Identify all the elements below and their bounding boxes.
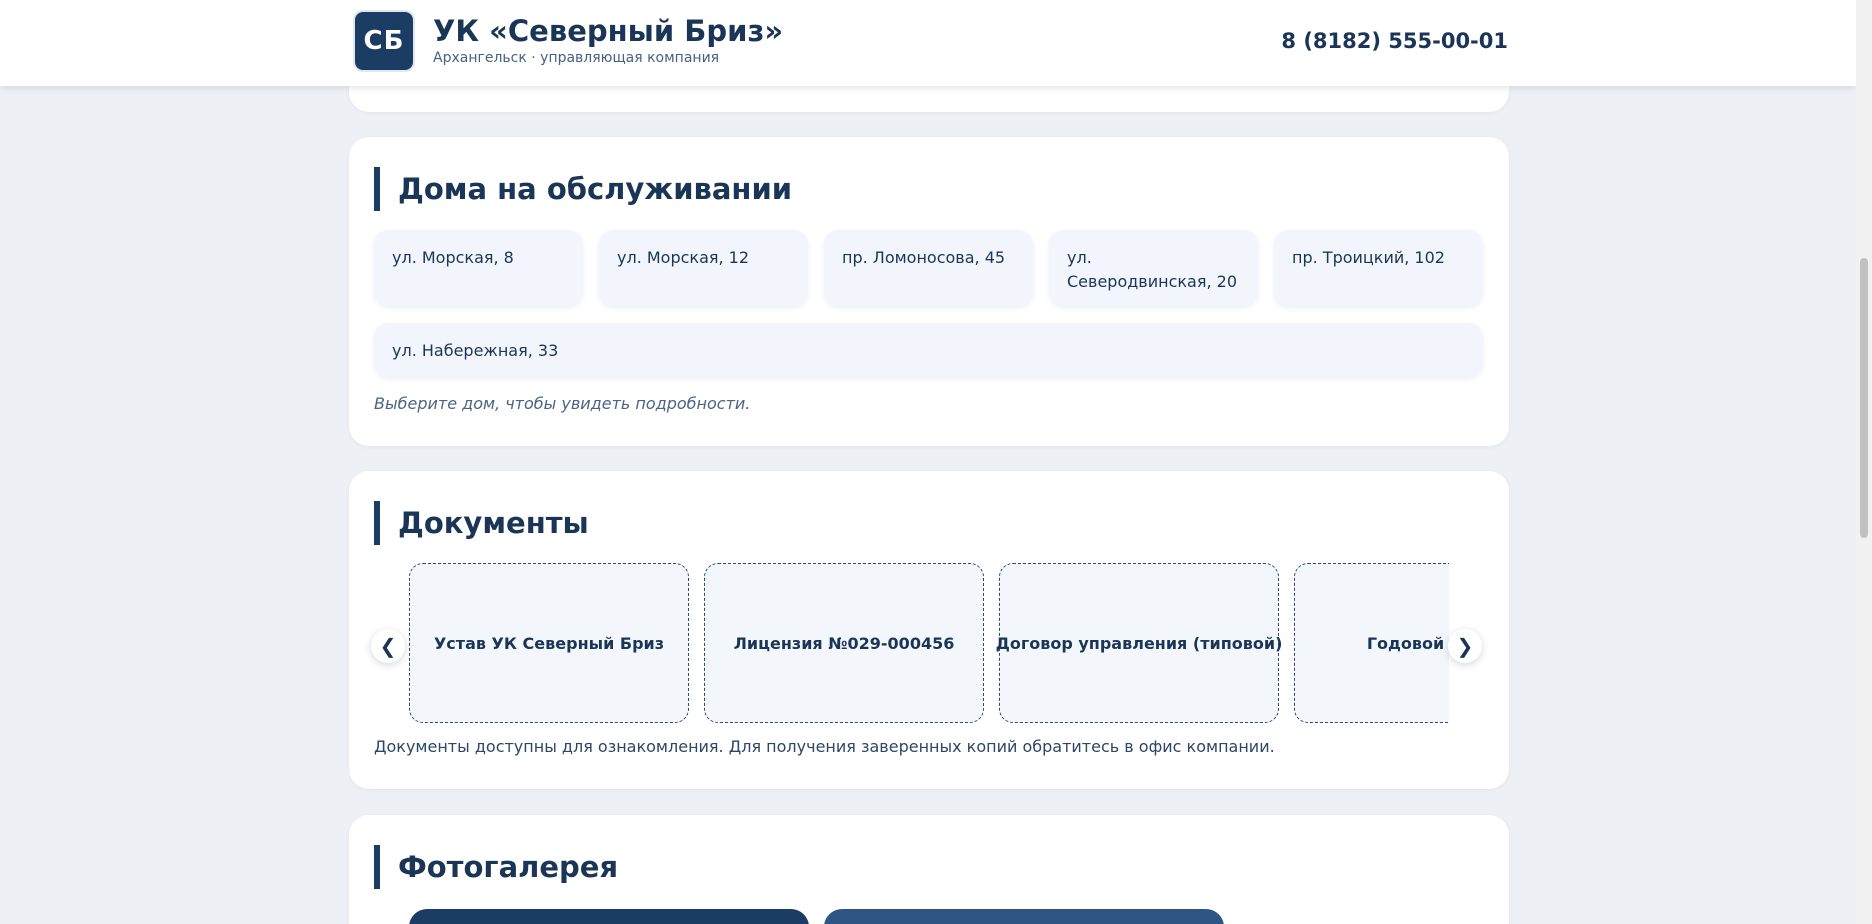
house-item[interactable]: ул. Морская, 12 — [599, 230, 808, 306]
gallery-photo[interactable] — [409, 909, 809, 924]
carousel-prev-button[interactable]: ❮ — [371, 629, 405, 663]
documents-title: Документы — [374, 501, 589, 545]
document-card[interactable]: Годовой отчёт — [1294, 563, 1449, 723]
gallery-title: Фотогалерея — [374, 845, 618, 889]
house-item[interactable]: ул. Набережная, 33 — [374, 323, 1483, 377]
document-card[interactable]: Лицензия №029-000456 — [704, 563, 984, 723]
documents-section: Документы Устав УК Северный Бриз Лицензи… — [349, 471, 1509, 789]
houses-hint: Выберите дом, чтобы увидеть подробности. — [374, 394, 751, 413]
page-viewport: Дома на обслуживании ул. Морская, 8 ул. … — [0, 0, 1856, 924]
phone-link[interactable]: 8 (8182) 555-00-01 — [1281, 29, 1508, 53]
documents-carousel: Устав УК Северный Бриз Лицензия №029-000… — [409, 563, 1449, 725]
gallery-section: Фотогалерея — [349, 815, 1509, 924]
house-item[interactable]: пр. Троицкий, 102 — [1274, 230, 1483, 306]
site-header: СБ УК «Северный Бриз» Архангельск · упра… — [0, 0, 1856, 86]
house-item[interactable]: пр. Ломоносова, 45 — [824, 230, 1033, 306]
chevron-left-icon: ❮ — [379, 634, 397, 658]
house-item[interactable]: ул. Северодвинская, 20 — [1049, 230, 1258, 306]
house-item[interactable]: ул. Морская, 8 — [374, 230, 583, 306]
documents-note: Документы доступны для ознакомления. Для… — [374, 737, 1275, 756]
company-tagline: Архангельск · управляющая компания — [433, 50, 720, 66]
chevron-right-icon: ❯ — [1456, 634, 1474, 658]
scrollbar-thumb[interactable] — [1860, 258, 1868, 538]
page-scrollbar[interactable] — [1856, 0, 1872, 924]
houses-title: Дома на обслуживании — [374, 167, 792, 211]
gallery-photo[interactable] — [824, 909, 1224, 924]
company-logo[interactable]: СБ — [353, 10, 415, 72]
carousel-next-button[interactable]: ❯ — [1448, 629, 1482, 663]
company-name: УК «Северный Бриз» — [433, 14, 784, 48]
document-card[interactable]: Договор управления (типовой) — [996, 563, 1282, 723]
document-card[interactable]: Устав УК Северный Бриз — [409, 563, 689, 723]
houses-section: Дома на обслуживании ул. Морская, 8 ул. … — [349, 137, 1509, 446]
